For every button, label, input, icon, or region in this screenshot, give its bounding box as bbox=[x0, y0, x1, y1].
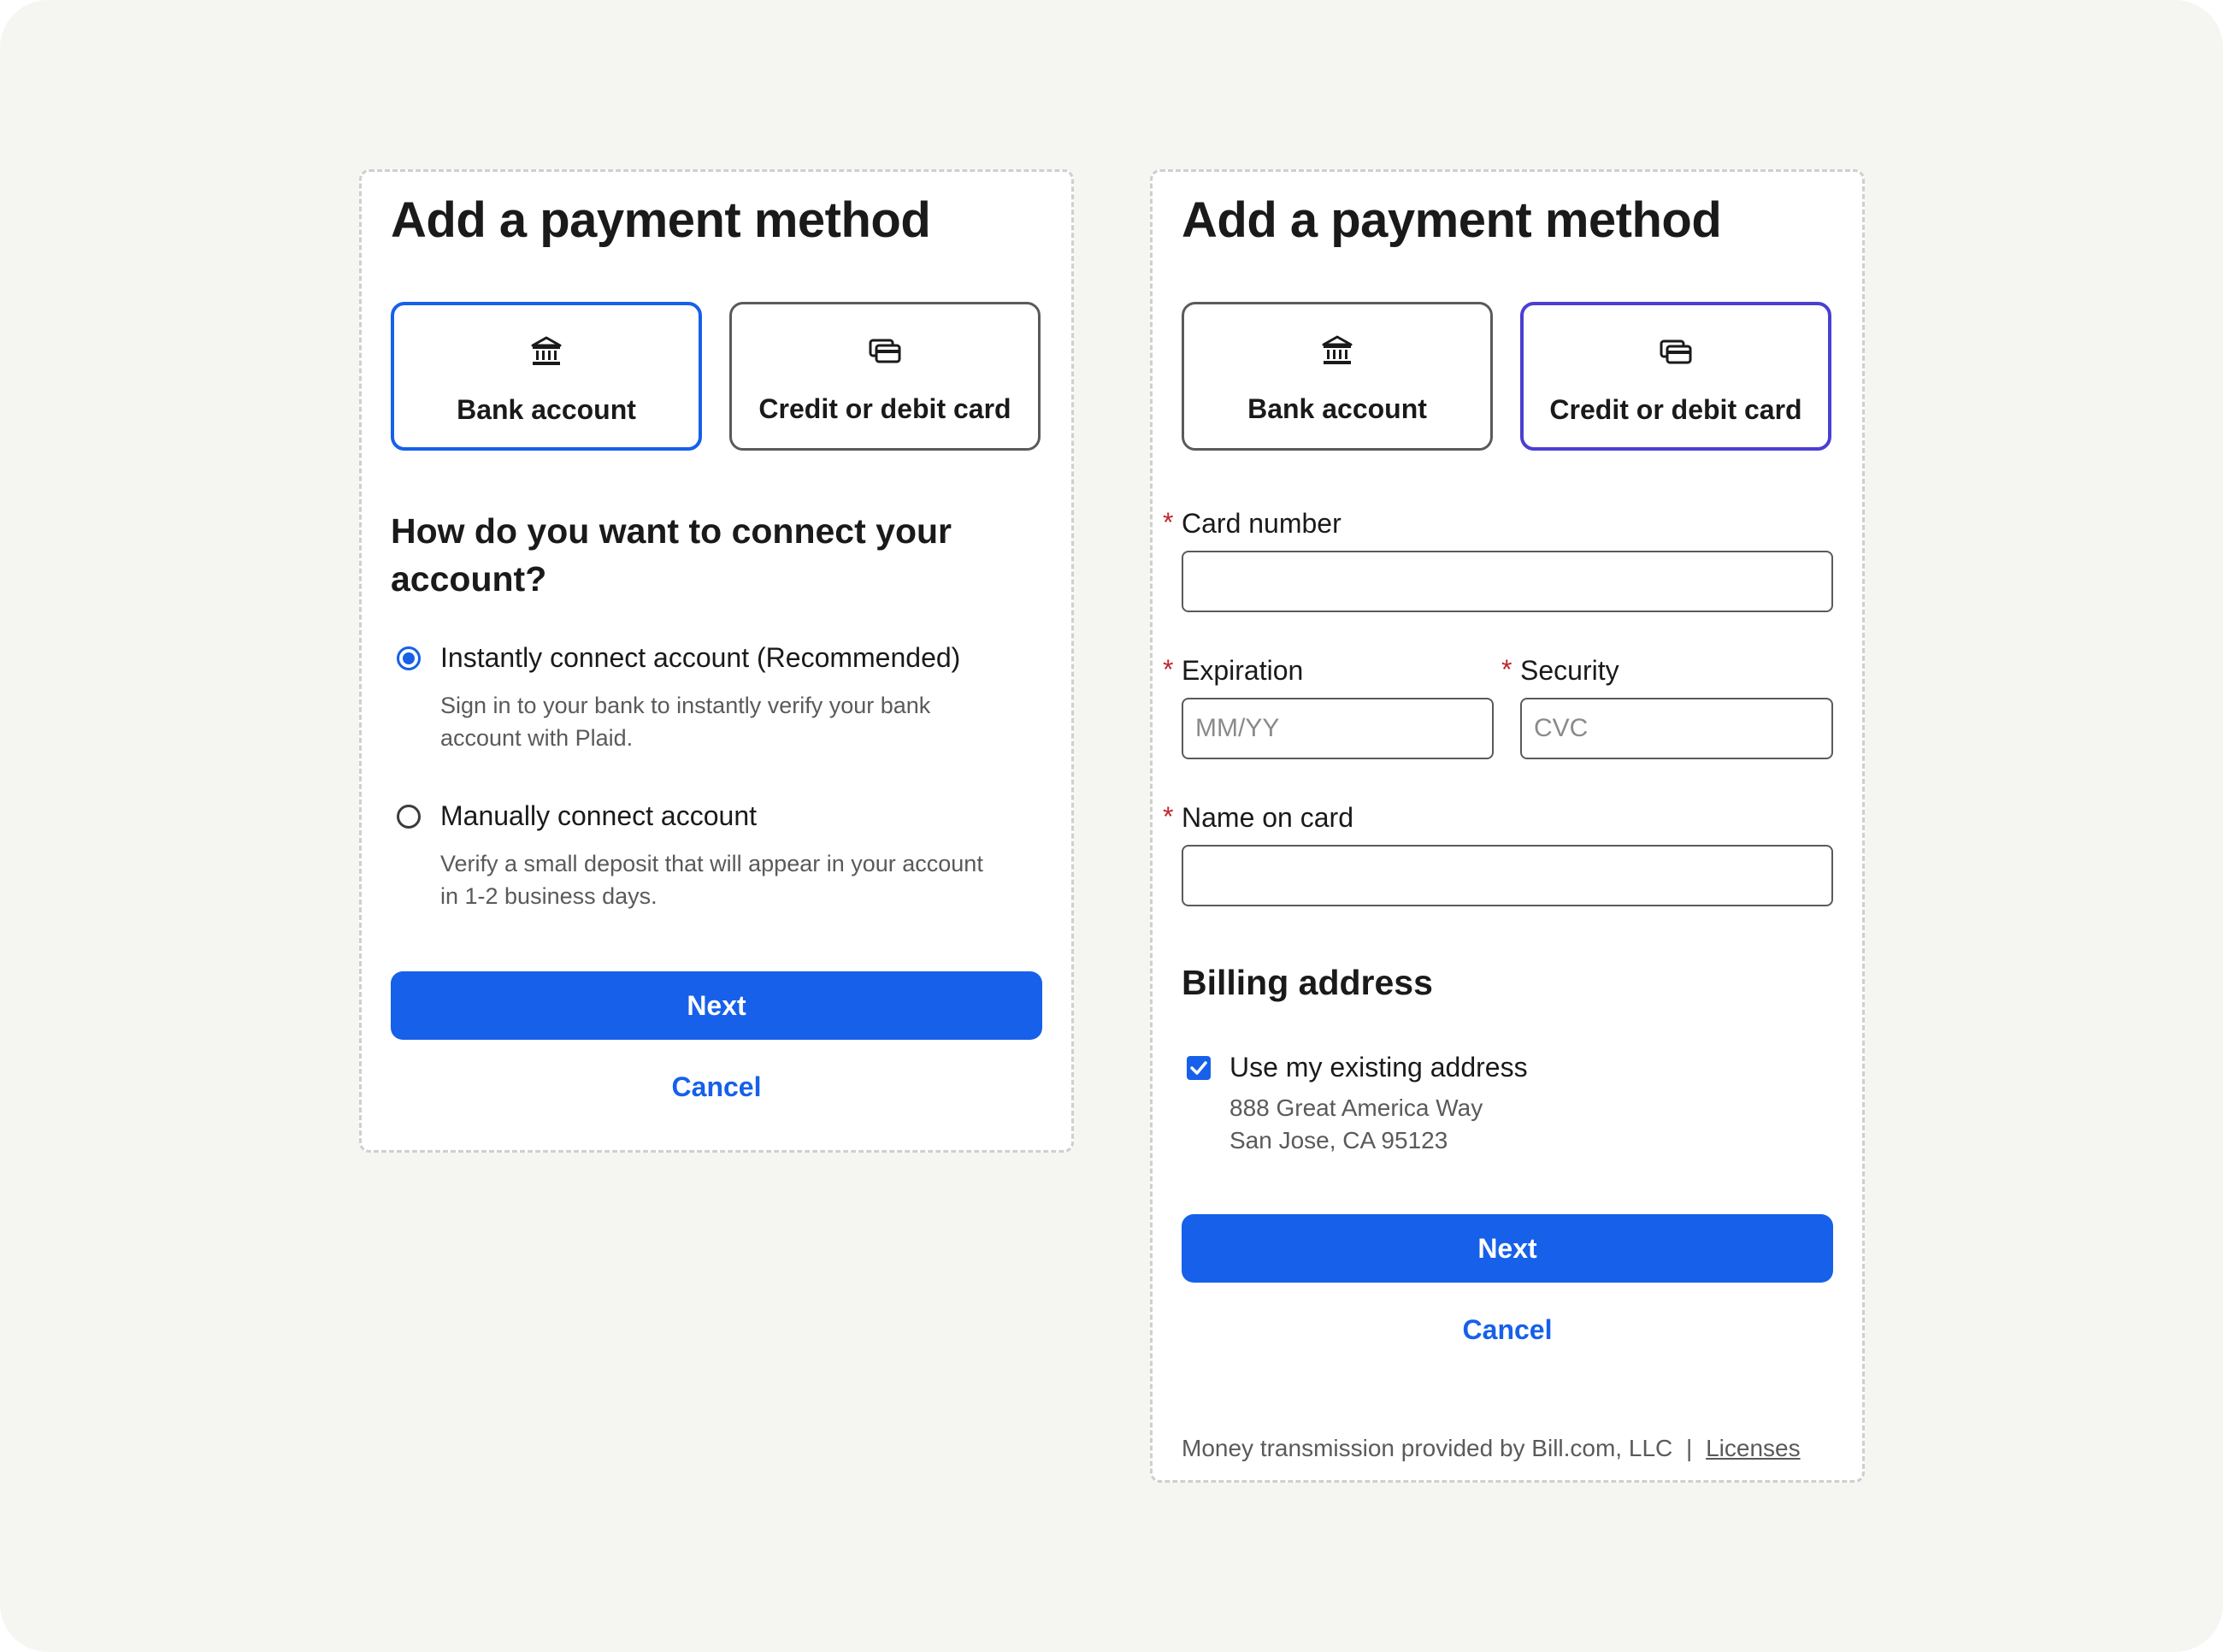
name-on-card-label: Name on card bbox=[1182, 802, 1353, 833]
billing-address-heading: Billing address bbox=[1182, 963, 1433, 1002]
canvas: Add a payment method Bank account Credit… bbox=[0, 0, 2223, 1652]
checkmark-icon bbox=[1190, 1061, 1207, 1075]
tile-bank-account-label: Bank account bbox=[1247, 393, 1427, 424]
address-line-1: 888 Great America Way bbox=[1229, 1094, 1483, 1121]
expiration-label: Expiration bbox=[1182, 655, 1304, 686]
tile-bank-account[interactable]: Bank account bbox=[391, 302, 702, 451]
option-manual-description: Verify a small deposit that will appear … bbox=[440, 851, 983, 909]
footer-separator: | bbox=[1686, 1435, 1693, 1461]
page-title: Add a payment method bbox=[1182, 192, 1722, 248]
tile-credit-debit-card-label: Credit or debit card bbox=[1549, 394, 1802, 425]
address-line-2: San Jose, CA 95123 bbox=[1229, 1127, 1448, 1153]
required-marker: * bbox=[1163, 801, 1174, 832]
expiration-input[interactable] bbox=[1182, 698, 1494, 759]
tile-bank-account-label: Bank account bbox=[457, 394, 636, 425]
required-marker: * bbox=[1163, 654, 1174, 685]
footer-disclosure: Money transmission provided by Bill.com,… bbox=[1182, 1435, 1801, 1462]
footer-text: Money transmission provided by Bill.com,… bbox=[1182, 1435, 1673, 1461]
card-number-input[interactable] bbox=[1182, 551, 1833, 612]
next-button[interactable]: Next bbox=[1182, 1214, 1833, 1283]
credit-card-icon bbox=[732, 333, 1038, 375]
page-title: Add a payment method bbox=[391, 192, 931, 248]
use-existing-address-checkbox[interactable] bbox=[1187, 1056, 1211, 1080]
name-on-card-input[interactable] bbox=[1182, 845, 1833, 906]
security-input[interactable] bbox=[1520, 698, 1833, 759]
radio-manual-connect[interactable] bbox=[397, 805, 421, 829]
bank-icon bbox=[394, 334, 699, 375]
required-marker: * bbox=[1501, 654, 1512, 685]
connect-question: How do you want to connect your account? bbox=[391, 511, 952, 599]
security-label: Security bbox=[1520, 655, 1619, 686]
tile-bank-account[interactable]: Bank account bbox=[1182, 302, 1493, 451]
tile-credit-debit-card[interactable]: Credit or debit card bbox=[729, 302, 1041, 451]
tile-credit-debit-card[interactable]: Credit or debit card bbox=[1520, 302, 1831, 451]
bank-icon bbox=[1184, 333, 1490, 375]
payment-method-panel-bank: Add a payment method Bank account Credit… bbox=[359, 169, 1074, 1153]
use-existing-address-label: Use my existing address bbox=[1229, 1052, 1528, 1083]
tile-credit-debit-card-label: Credit or debit card bbox=[758, 393, 1011, 424]
option-manual-label: Manually connect account bbox=[440, 800, 757, 831]
card-number-label: Card number bbox=[1182, 508, 1341, 539]
cancel-button[interactable]: Cancel bbox=[1182, 1314, 1833, 1346]
required-marker: * bbox=[1163, 507, 1174, 538]
payment-method-panel-card: Add a payment method Bank account Credit… bbox=[1150, 169, 1865, 1483]
option-instant-description: Sign in to your bank to instantly verify… bbox=[440, 693, 931, 751]
credit-card-icon bbox=[1524, 334, 1828, 375]
cancel-button[interactable]: Cancel bbox=[391, 1071, 1042, 1103]
licenses-link[interactable]: Licenses bbox=[1706, 1435, 1801, 1461]
next-button[interactable]: Next bbox=[391, 971, 1042, 1040]
radio-instant-connect[interactable] bbox=[397, 646, 421, 670]
option-instant-label: Instantly connect account (Recommended) bbox=[440, 642, 961, 673]
